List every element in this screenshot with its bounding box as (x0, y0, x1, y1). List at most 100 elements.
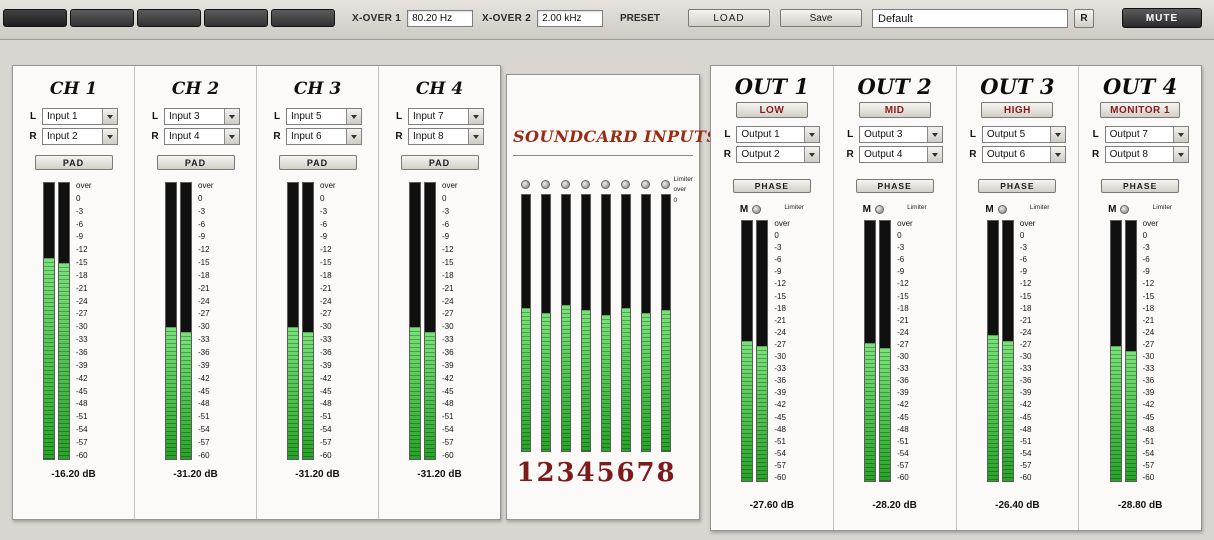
chevron-down-icon[interactable] (102, 109, 117, 124)
chevron-down-icon[interactable] (468, 109, 483, 124)
output-right-row: R Output 2 (723, 146, 820, 163)
band-button[interactable]: HIGH (981, 102, 1053, 118)
soundcard-input-number: 8 (656, 460, 674, 486)
soundcard-meter-fill (542, 313, 550, 451)
phase-button[interactable]: PHASE (856, 179, 934, 193)
soundcard-meter (641, 194, 651, 452)
chevron-down-icon[interactable] (1173, 147, 1188, 162)
soundcard-input-column: 5 (597, 180, 614, 486)
scale-tick: -18 (1143, 305, 1171, 313)
chevron-down-icon[interactable] (804, 127, 819, 142)
preset-r-button[interactable]: R (1074, 9, 1094, 28)
scale-tick: 0 (76, 195, 104, 203)
meter-left-fill (288, 327, 298, 459)
pad-button[interactable]: PAD (279, 155, 357, 170)
output-right-select[interactable]: Output 8 (1105, 146, 1189, 163)
chevron-down-icon[interactable] (927, 127, 942, 142)
meter-scale: over0-3-6-9-12-15-18-21-24-27-30-33-36-3… (320, 182, 348, 460)
pad-button[interactable]: PAD (157, 155, 235, 170)
output-column: OUT 2 MID L Output 3 R Output 4 PHASE M … (834, 66, 957, 530)
input-right-select[interactable]: Input 2 (42, 128, 118, 145)
input-right-select[interactable]: Input 4 (164, 128, 240, 145)
phase-button[interactable]: PHASE (733, 179, 811, 193)
left-label: L (151, 111, 159, 122)
scale-tick: -24 (897, 329, 925, 337)
mute-button[interactable]: MUTE (1122, 8, 1202, 28)
chevron-down-icon[interactable] (804, 147, 819, 162)
band-button[interactable]: LOW (736, 102, 808, 118)
input-right-value: Input 6 (287, 129, 346, 144)
phase-button[interactable]: PHASE (1101, 179, 1179, 193)
scale-tick: -30 (897, 353, 925, 361)
band-button[interactable]: MID (859, 102, 931, 118)
chevron-down-icon[interactable] (346, 109, 361, 124)
meter-left-fill (44, 258, 54, 459)
output-right-select[interactable]: Output 6 (982, 146, 1066, 163)
limiter-label: Limiter (907, 204, 927, 211)
level-readout: -26.40 dB (995, 500, 1039, 511)
preset-name-field[interactable]: Default (872, 9, 1068, 28)
input-right-select[interactable]: Input 6 (286, 128, 362, 145)
pad-button[interactable]: PAD (35, 155, 113, 170)
load-button[interactable]: LOAD (688, 9, 770, 27)
output-left-select[interactable]: Output 7 (1105, 126, 1189, 143)
outputs-panel: OUT 1 LOW L Output 1 R Output 2 PHASE M … (710, 65, 1202, 531)
tab-button[interactable] (137, 9, 201, 27)
output-right-row: R Output 6 (969, 146, 1066, 163)
input-left-select[interactable]: Input 1 (42, 108, 118, 125)
chevron-down-icon[interactable] (224, 129, 239, 144)
output-left-row: L Output 3 (846, 126, 943, 143)
chevron-down-icon[interactable] (102, 129, 117, 144)
mute-toggle[interactable]: M (863, 204, 871, 215)
tab-button[interactable] (70, 9, 134, 27)
input-right-select[interactable]: Input 8 (408, 128, 484, 145)
output-left-select[interactable]: Output 3 (859, 126, 943, 143)
chevron-down-icon[interactable] (224, 109, 239, 124)
tab-button[interactable] (204, 9, 268, 27)
scale-tick: -18 (774, 305, 802, 313)
input-left-select[interactable]: Input 7 (408, 108, 484, 125)
scale-tick: -9 (1143, 268, 1171, 276)
scale-tick: -57 (1143, 462, 1171, 470)
chevron-down-icon[interactable] (1050, 147, 1065, 162)
scale-tick: over (897, 220, 925, 228)
soundcard-limiter-labels: Limiter over 0 (673, 175, 693, 206)
left-label: L (1092, 129, 1100, 140)
input-left-row: L Input 7 (395, 108, 484, 125)
level-readout: -28.20 dB (872, 500, 916, 511)
scale-tick: -54 (774, 450, 802, 458)
chevron-down-icon[interactable] (927, 147, 942, 162)
tab-button[interactable] (3, 9, 67, 27)
output-right-select[interactable]: Output 2 (736, 146, 820, 163)
output-right-select[interactable]: Output 4 (859, 146, 943, 163)
scale-tick: 0 (320, 195, 348, 203)
input-left-select[interactable]: Input 3 (164, 108, 240, 125)
mute-toggle[interactable]: M (985, 204, 993, 215)
channel-title: CH 3 (294, 79, 341, 99)
output-left-select[interactable]: Output 1 (736, 126, 820, 143)
pad-button[interactable]: PAD (401, 155, 479, 170)
mute-toggle[interactable]: M (1108, 204, 1116, 215)
scale-tick: -57 (1020, 462, 1048, 470)
scale-tick: -6 (1020, 256, 1048, 264)
scale-tick: -42 (198, 375, 226, 383)
chevron-down-icon[interactable] (1050, 127, 1065, 142)
output-left-select[interactable]: Output 5 (982, 126, 1066, 143)
level-readout: -28.80 dB (1118, 500, 1162, 511)
xover1-frequency-field[interactable]: 80.20 Hz (407, 10, 473, 27)
input-left-select[interactable]: Input 5 (286, 108, 362, 125)
scale-tick: -27 (774, 341, 802, 349)
meter-scale: over0-3-6-9-12-15-18-21-24-27-30-33-36-3… (1143, 220, 1171, 482)
band-button[interactable]: MONITOR 1 (1100, 102, 1180, 118)
save-button[interactable]: Save (780, 9, 862, 27)
scale-tick: -45 (1143, 414, 1171, 422)
xover2-frequency-field[interactable]: 2.00 kHz (537, 10, 603, 27)
scale-tick: over (320, 182, 348, 190)
chevron-down-icon[interactable] (346, 129, 361, 144)
scale-tick: -24 (76, 298, 104, 306)
chevron-down-icon[interactable] (468, 129, 483, 144)
phase-button[interactable]: PHASE (978, 179, 1056, 193)
tab-button[interactable] (271, 9, 335, 27)
chevron-down-icon[interactable] (1173, 127, 1188, 142)
mute-toggle[interactable]: M (740, 204, 748, 215)
